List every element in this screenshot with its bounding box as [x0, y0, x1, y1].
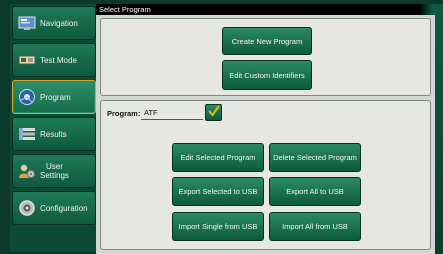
main-panel: Select Program Create New Program Edit C…	[96, 4, 435, 254]
program-actions-panel: Create New Program Edit Custom Identifie…	[100, 18, 431, 96]
edit-selected-program-button[interactable]: Edit Selected Program	[172, 143, 264, 172]
sidebar-item-label: Configuration	[40, 203, 88, 213]
sidebar-item-label: Program	[40, 92, 71, 102]
configuration-icon	[18, 200, 36, 216]
sidebar-item-label: Results	[40, 129, 67, 139]
confirm-program-button[interactable]	[205, 104, 222, 121]
sidebar-item-user-settings[interactable]: User Settings	[12, 154, 96, 188]
title-corner-accent	[419, 4, 435, 15]
sidebar-item-configuration[interactable]: Configuration	[12, 191, 96, 225]
results-icon	[18, 126, 36, 142]
window-title: Select Program	[99, 5, 151, 14]
delete-selected-program-button[interactable]: Delete Selected Program	[269, 143, 361, 172]
sidebar-item-test-mode[interactable]: Test Mode	[12, 43, 96, 77]
sidebar-item-navigation[interactable]: Navigation	[12, 6, 96, 40]
program-icon	[18, 89, 36, 105]
program-select[interactable]: ATF	[141, 105, 203, 120]
navigation-icon	[18, 15, 36, 31]
create-new-program-button[interactable]: Create New Program	[222, 27, 312, 55]
edit-custom-identifiers-button[interactable]: Edit Custom Identifiers	[222, 60, 312, 90]
export-selected-usb-button[interactable]: Export Selected to USB	[172, 177, 264, 206]
user-label-line2: Settings	[40, 171, 69, 180]
user-label-line1: User	[46, 162, 63, 171]
checkmark-icon	[208, 104, 220, 122]
export-all-usb-button[interactable]: Export All to USB	[269, 177, 361, 206]
sidebar-item-label: Navigation	[40, 18, 78, 28]
selected-program-panel: Program: ATF Edit Selected Program Delet…	[100, 100, 431, 250]
sidebar-item-program[interactable]: Program	[12, 80, 96, 114]
window-title-bar: Select Program	[96, 4, 435, 15]
test-mode-icon	[18, 52, 36, 68]
import-single-usb-button[interactable]: Import Single from USB	[172, 212, 264, 241]
user-settings-icon	[18, 163, 36, 179]
import-all-usb-button[interactable]: Import All from USB	[269, 212, 361, 241]
sidebar-item-label: User Settings	[40, 162, 69, 180]
device-frame-edge	[435, 4, 443, 254]
sidebar-item-results[interactable]: Results	[12, 117, 96, 151]
sidebar-item-label: Test Mode	[40, 55, 77, 65]
sidebar-nav: Navigation Test Mode Program Results Use…	[10, 4, 96, 252]
program-label: Program:	[107, 109, 141, 118]
